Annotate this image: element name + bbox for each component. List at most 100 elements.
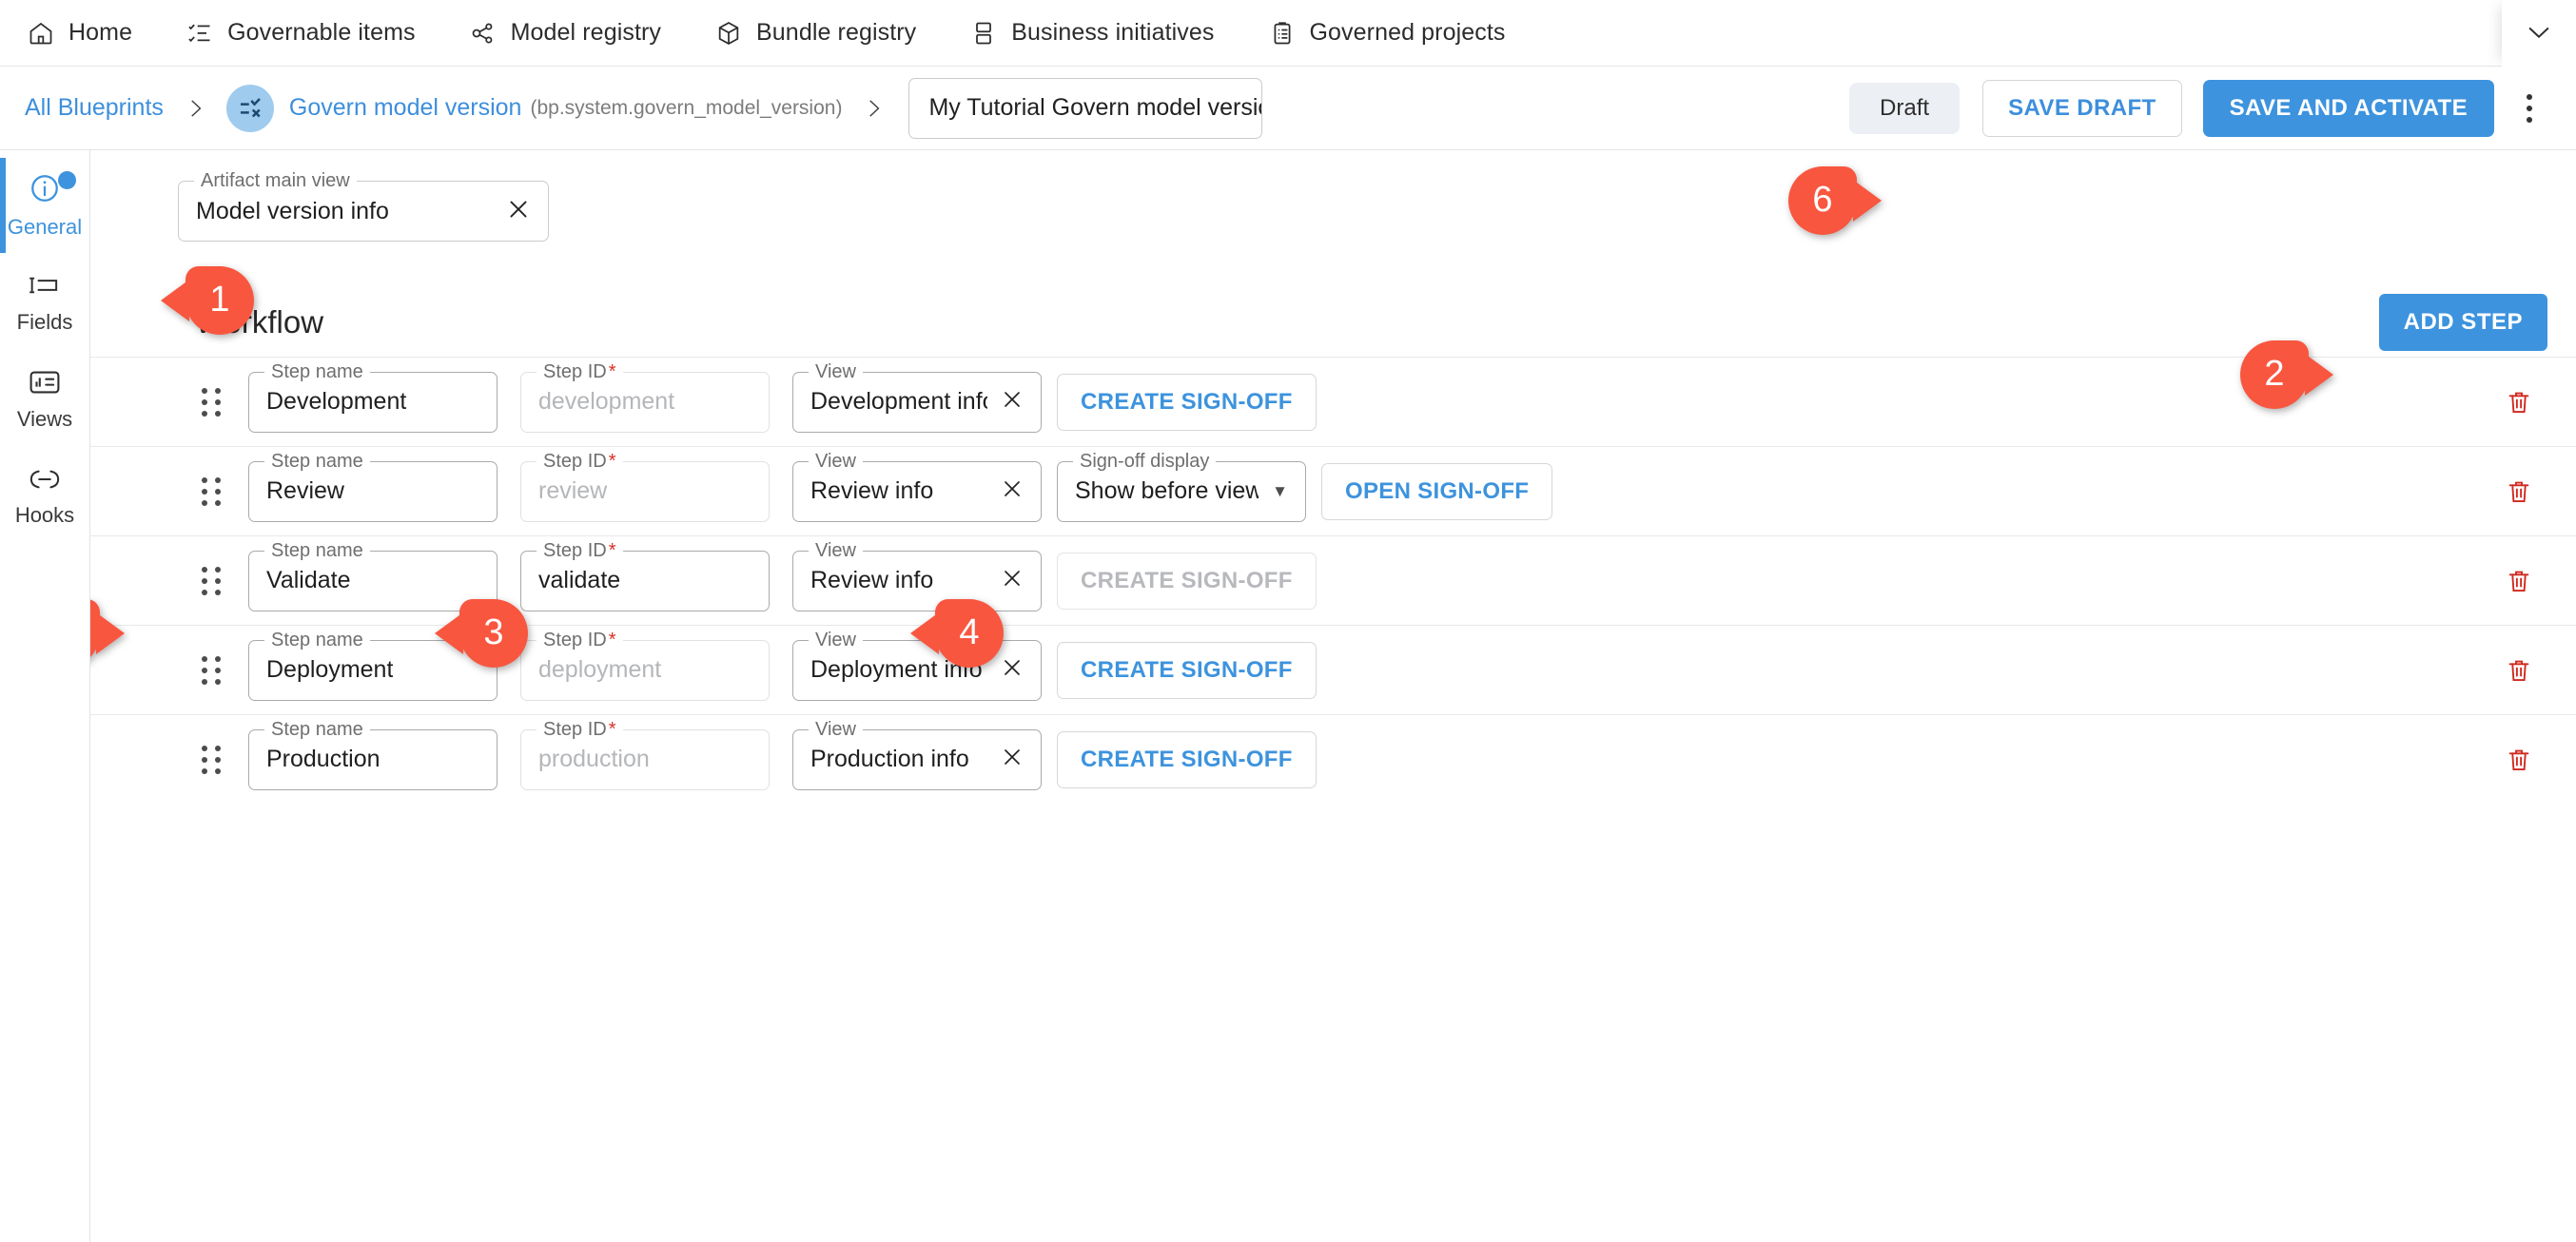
create-signoff-button[interactable]: CREATE SIGN-OFF <box>1057 730 1317 788</box>
step-id-value: review <box>538 477 608 504</box>
sidebar-item-hooks-label: Hooks <box>14 502 75 527</box>
drag-handle-icon[interactable] <box>195 387 227 417</box>
step-id-value: production <box>538 746 650 772</box>
close-icon[interactable] <box>493 197 531 226</box>
table-row: Step name Deployment Step ID * deployment… <box>90 625 2576 714</box>
breadcrumb-separator <box>183 96 207 121</box>
top-navigation-bar: Home Governable items Model registry Bun… <box>0 0 2576 67</box>
save-and-activate-button[interactable]: SAVE AND ACTIVATE <box>2202 79 2494 137</box>
unsaved-changes-dot <box>58 171 76 189</box>
table-row: Step name Review Step ID * review View Re… <box>90 446 2576 535</box>
nav-item-home-label: Home <box>68 19 133 46</box>
page-title: Workflow <box>195 304 324 340</box>
step-name-field[interactable]: Step name Review <box>248 450 498 522</box>
create-signoff-button[interactable]: CREATE SIGN-OFF <box>1057 641 1317 699</box>
step-view-field[interactable]: View Review info <box>792 450 1042 522</box>
table-row: Step name Validate Step ID * validate Vie… <box>90 535 2576 625</box>
step-id-label: Step ID * <box>537 718 623 740</box>
close-icon[interactable] <box>987 746 1024 773</box>
blueprint-avatar-icon <box>225 84 274 132</box>
sidebar-item-fields-label: Fields <box>16 309 73 334</box>
kebab-menu-icon[interactable] <box>2508 80 2551 137</box>
delete-step-button[interactable] <box>2490 374 2547 431</box>
delete-step-button[interactable] <box>2490 731 2547 788</box>
delete-step-button[interactable] <box>2490 463 2547 520</box>
nav-item-business-initiatives[interactable]: Business initiatives <box>964 0 1237 67</box>
close-icon[interactable] <box>987 567 1024 594</box>
step-name-label: Step name <box>264 539 370 561</box>
nav-item-model-registry[interactable]: Model registry <box>463 0 684 67</box>
step-name-label: Step name <box>264 450 370 472</box>
breadcrumb-blueprint-name: Govern model version <box>288 94 522 121</box>
step-view-field[interactable]: View Deployment info <box>792 629 1042 701</box>
step-id-label: Step ID * <box>537 539 623 561</box>
nav-item-home[interactable]: Home <box>21 0 155 67</box>
clipboard-icon <box>1268 19 1297 48</box>
nav-collapse-button[interactable] <box>2502 0 2576 67</box>
step-id-value: development <box>538 388 675 415</box>
save-draft-button[interactable]: SAVE DRAFT <box>1982 79 2182 137</box>
sidebar-item-general-label: General <box>7 214 83 239</box>
step-name-value: Validate <box>266 567 351 593</box>
drag-handle-icon[interactable] <box>195 655 227 685</box>
add-step-button[interactable]: ADD STEP <box>2378 294 2547 351</box>
step-id-field[interactable]: Step ID * production <box>520 718 770 790</box>
nav-item-bundle-registry-label: Bundle registry <box>756 19 917 46</box>
create-signoff-button[interactable]: CREATE SIGN-OFF <box>1057 373 1317 431</box>
signoff-display-select[interactable]: Sign-off display Show before view ▼ <box>1057 450 1306 522</box>
close-icon[interactable] <box>987 388 1024 416</box>
step-view-label: View <box>809 629 863 650</box>
step-name-label: Step name <box>264 360 370 382</box>
chevron-down-icon: ▼ <box>1272 481 1288 500</box>
close-icon[interactable] <box>987 477 1024 505</box>
nav-item-governed-projects[interactable]: Governed projects <box>1262 0 1529 67</box>
breadcrumb-blueprint[interactable]: Govern model version (bp.system.govern_m… <box>289 94 843 122</box>
step-id-label: Step ID * <box>537 629 623 650</box>
step-id-field[interactable]: Step ID * validate <box>520 539 770 611</box>
step-name-field[interactable]: Step name Production <box>248 718 498 790</box>
step-view-validate[interactable]: View Review info <box>792 539 1042 611</box>
step-name-field[interactable]: Step name Development <box>248 360 498 433</box>
sidebar-item-hooks[interactable]: Hooks <box>0 458 89 534</box>
close-icon[interactable] <box>987 656 1024 684</box>
nav-item-governable-items-label: Governable items <box>227 19 416 46</box>
step-view-field[interactable]: View Production info <box>792 718 1042 790</box>
step-id-field[interactable]: Step ID * development <box>520 360 770 433</box>
step-view-value: Review info <box>810 567 934 593</box>
nav-item-business-initiatives-label: Business initiatives <box>1011 19 1215 46</box>
artifact-main-view-label: Artifact main view <box>194 170 357 191</box>
breadcrumb-separator-2 <box>861 96 886 121</box>
delete-step-button[interactable] <box>2490 642 2547 699</box>
drag-handle-icon[interactable] <box>195 476 227 506</box>
step-name-value: Production <box>266 746 381 772</box>
table-row: Step name Development Step ID * developme… <box>90 357 2576 446</box>
step-name-validate[interactable]: Step name Validate <box>248 539 498 611</box>
chevron-down-icon <box>2523 15 2555 52</box>
step-id-field[interactable]: Step ID * deployment <box>520 629 770 701</box>
nav-item-bundle-registry[interactable]: Bundle registry <box>709 0 939 67</box>
sidebar-item-fields[interactable]: Fields <box>0 264 89 340</box>
step-view-field[interactable]: View Development info <box>792 360 1042 433</box>
nav-item-governed-projects-label: Governed projects <box>1309 19 1506 46</box>
table-row: Step name Production Step ID * production… <box>90 714 2576 804</box>
blueprint-version-select[interactable]: My Tutorial Govern model version ID: bv.… <box>908 77 1263 139</box>
step-id-label: Step ID * <box>537 450 623 472</box>
drag-handle-icon[interactable] <box>195 745 227 774</box>
drag-handle-validate[interactable] <box>195 566 227 595</box>
sidebar-item-general[interactable]: General <box>0 158 89 253</box>
workflow-steps-list: Step name Development Step ID * developme… <box>90 357 2576 804</box>
workflow-header: Workflow ADD STEP <box>90 288 2576 357</box>
open-signoff-button[interactable]: OPEN SIGN-OFF <box>1321 462 1553 520</box>
nav-item-governable-items[interactable]: Governable items <box>180 0 439 67</box>
step-id-label: Step ID * <box>537 360 623 382</box>
delete-step-button[interactable] <box>2490 553 2547 610</box>
step-id-value: deployment <box>538 656 662 683</box>
step-name-field[interactable]: Step name Deployment <box>248 629 498 701</box>
breadcrumb-all-blueprints[interactable]: All Blueprints <box>25 94 164 122</box>
sidebar-item-views[interactable]: Views <box>0 361 89 437</box>
views-card-icon <box>29 368 61 401</box>
step-id-field[interactable]: Step ID * review <box>520 450 770 522</box>
artifact-main-view-field[interactable]: Artifact main view Model version info <box>178 170 549 242</box>
step-view-value: Review info <box>810 477 934 504</box>
create-signoff-button: CREATE SIGN-OFF <box>1057 552 1317 610</box>
